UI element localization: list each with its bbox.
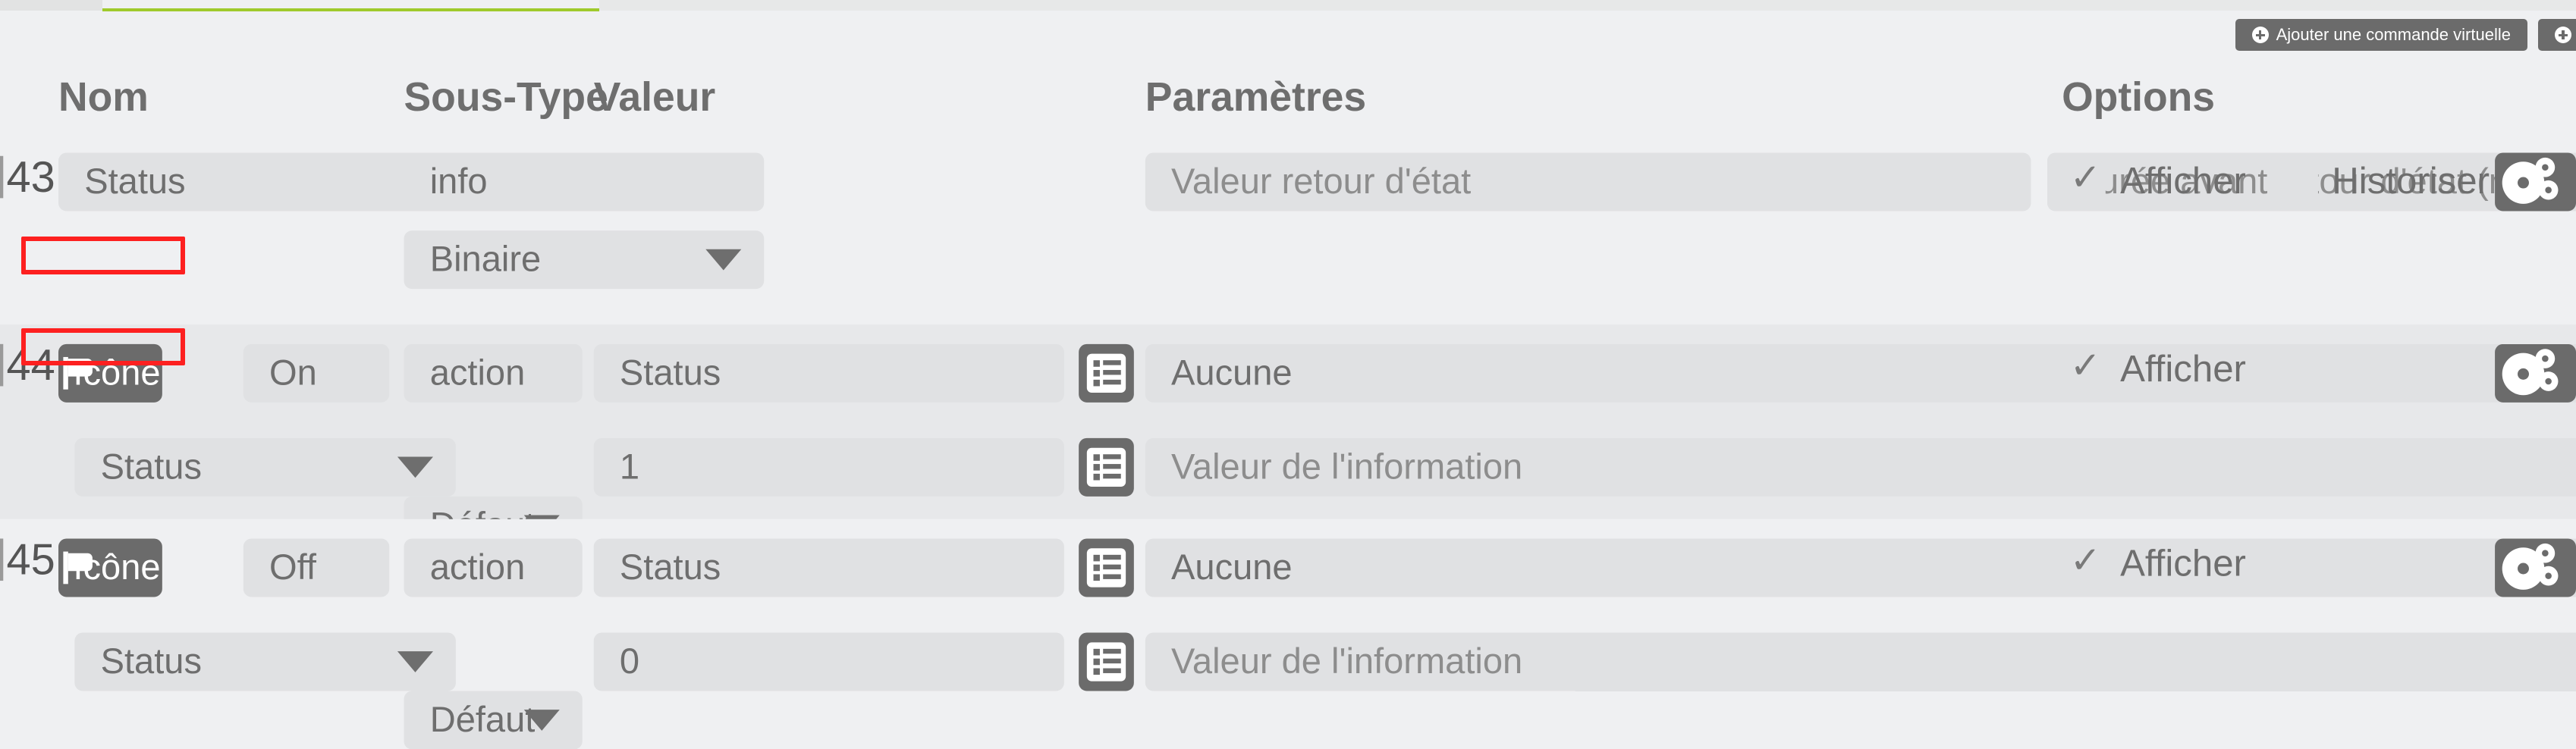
row-settings-button[interactable] — [2495, 538, 2576, 597]
valeur-list-button-2[interactable] — [1079, 437, 1134, 497]
list-icon — [1086, 447, 1126, 487]
param-select[interactable]: Aucune — [1145, 538, 2576, 597]
plus-circle-icon — [2554, 27, 2571, 43]
sous-type-field[interactable]: action — [404, 538, 583, 597]
checkbox-afficher[interactable] — [2063, 343, 2106, 390]
icon-picker-button[interactable]: Icône — [58, 343, 162, 403]
column-header-parametres: Paramètres — [1145, 74, 1367, 121]
state-field[interactable]: On — [243, 343, 390, 403]
toolbar: Ajouter une commande virtuelle Ajou — [2235, 19, 2576, 51]
valeur-list-button[interactable] — [1079, 343, 1134, 403]
nom-select-value: Status — [100, 446, 202, 487]
sous-type-field[interactable]: action — [404, 343, 583, 403]
row-id: 43 — [6, 152, 55, 202]
valeur-list-button-2[interactable] — [1079, 632, 1134, 691]
table-row-secondary: Status Défaut 0 Valeur de l'information — [0, 616, 2576, 749]
list-icon — [1086, 642, 1126, 682]
options-group: Afficher — [2063, 343, 2275, 391]
cogs-icon — [2508, 157, 2563, 206]
row-id: 45 — [6, 535, 55, 584]
add-virtual-command-button[interactable]: Ajouter une commande virtuelle — [2235, 19, 2527, 51]
options-group: Afficher — [2063, 537, 2275, 586]
chevron-down-icon — [397, 651, 433, 672]
list-icon — [1086, 548, 1126, 588]
row-marker — [0, 538, 4, 581]
column-header-options: Options — [2062, 74, 2216, 121]
nom-select[interactable]: Status — [74, 437, 456, 497]
param-info-value-field[interactable]: Valeur de l'information — [1145, 632, 2576, 691]
plus-circle-icon — [2251, 27, 2269, 43]
row-settings-button[interactable] — [2495, 343, 2576, 403]
cogs-icon — [2508, 543, 2563, 592]
param-select[interactable]: Aucune — [1145, 343, 2576, 403]
sous-type-field[interactable]: info — [404, 152, 765, 212]
sous-type-select-value: Défaut — [429, 699, 536, 740]
label-historiser: Historiser — [2332, 159, 2490, 202]
table-row: 44 Icône On action Status Aucune Affiche… — [0, 324, 2576, 422]
row-settings-button[interactable] — [2495, 152, 2576, 212]
table-row: 43 Status info Binaire Valeur retour d'é… — [0, 133, 2576, 325]
chevron-down-icon — [523, 710, 560, 731]
table-header-row: Nom Sous-Type Valeur Paramètres Options — [0, 65, 2576, 133]
nom-select[interactable]: Status — [74, 632, 456, 691]
checkbox-afficher[interactable] — [2063, 155, 2106, 202]
commands-table: Nom Sous-Type Valeur Paramètres Options … — [0, 65, 2576, 749]
checkbox-afficher[interactable] — [2063, 537, 2106, 585]
tab-inactive-right[interactable] — [599, 0, 2576, 11]
valeur-field-2[interactable]: 0 — [593, 632, 1064, 691]
valeur-list-button[interactable] — [1079, 538, 1134, 597]
row-id: 44 — [6, 340, 55, 390]
sous-type-select-value: Binaire — [429, 238, 542, 280]
table-row-secondary: Status Défaut 1 Valeur de l'information — [0, 422, 2576, 555]
column-header-sous-type: Sous-Type — [404, 74, 608, 121]
label-afficher: Afficher — [2120, 541, 2246, 584]
sous-type-select[interactable]: Défaut — [404, 691, 583, 749]
add-command-button[interactable]: Ajou — [2537, 19, 2576, 51]
label-afficher: Afficher — [2120, 347, 2246, 390]
valeur-field-2[interactable]: 1 — [593, 437, 1064, 497]
tab-strip — [0, 0, 2576, 11]
row-marker — [0, 343, 4, 387]
column-header-valeur: Valeur — [593, 74, 716, 121]
tab-active-underline — [102, 8, 599, 11]
state-field[interactable]: Off — [243, 538, 390, 597]
valeur-field[interactable]: Status — [593, 538, 1064, 597]
param-info-value-field[interactable]: Valeur de l'information — [1145, 437, 2576, 497]
nom-select-value: Status — [100, 641, 202, 682]
checkbox-historiser[interactable] — [2275, 160, 2318, 202]
valeur-field[interactable]: Status — [593, 343, 1064, 403]
tab-inactive-left[interactable] — [0, 0, 102, 11]
param-select-value: Aucune — [1171, 547, 1293, 588]
list-icon — [1086, 353, 1126, 393]
row-marker — [0, 155, 4, 199]
add-virtual-command-label: Ajouter une commande virtuelle — [2276, 25, 2511, 44]
icon-picker-button[interactable]: Icône — [58, 538, 162, 597]
chevron-down-icon — [397, 456, 433, 478]
chevron-down-icon — [705, 249, 742, 271]
cogs-icon — [2508, 349, 2563, 397]
column-header-nom: Nom — [58, 74, 149, 121]
sous-type-select[interactable]: Binaire — [404, 230, 765, 290]
table-row: 45 Icône Off action Status Aucune Affich… — [0, 519, 2576, 617]
param-select-value: Aucune — [1171, 352, 1293, 393]
label-afficher: Afficher — [2120, 159, 2246, 202]
param-return-value-field[interactable]: Valeur retour d'état — [1145, 152, 2031, 212]
